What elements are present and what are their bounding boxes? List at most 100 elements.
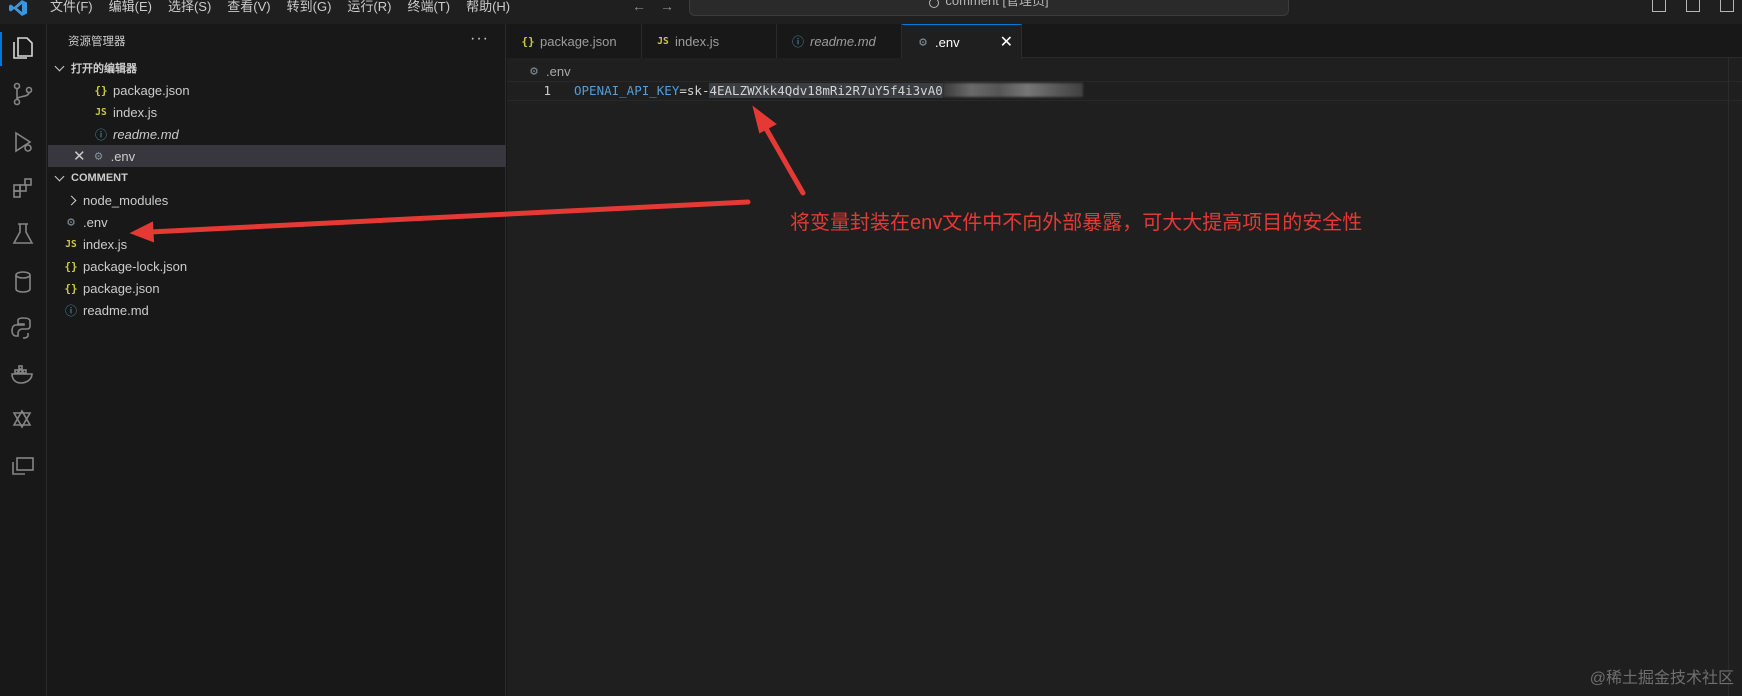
sidebar-title: 资源管理器 bbox=[68, 36, 126, 48]
nav-arrows: ← → bbox=[632, 0, 674, 13]
menu-run[interactable]: 运行(R) bbox=[339, 0, 399, 16]
tab-label: .env bbox=[935, 34, 960, 50]
tree-file[interactable]: JS index.js bbox=[48, 233, 506, 255]
gear-file-icon: ⚙ bbox=[919, 34, 927, 50]
menu-bar: 文件(F) 编辑(E) 选择(S) 查看(V) 转到(G) 运行(R) 终端(T… bbox=[42, 0, 518, 16]
search-icon bbox=[929, 0, 940, 8]
menu-edit[interactable]: 编辑(E) bbox=[101, 0, 160, 16]
tab-readme-md[interactable]: ⓘ readme.md bbox=[777, 24, 902, 58]
code-text: OPENAI_API_KEY=sk-4EALZWXkk4Qdv18mRi2R7u… bbox=[574, 83, 1083, 98]
tab-bar: {} package.json JS index.js ⓘ readme.md … bbox=[507, 24, 1742, 59]
open-editors-label: 打开的编辑器 bbox=[71, 63, 137, 75]
menu-view[interactable]: 查看(V) bbox=[219, 0, 278, 16]
tree-file[interactable]: ⚙ .env bbox=[48, 211, 506, 233]
info-file-icon: ⓘ bbox=[64, 303, 77, 318]
open-editor-item[interactable]: ⓘ readme.md bbox=[48, 123, 506, 145]
testing-icon[interactable] bbox=[9, 220, 37, 248]
tree-item-label: index.js bbox=[83, 236, 128, 252]
code-line[interactable]: 1 OPENAI_API_KEY=sk-4EALZWXkk4Qdv18mRi2R… bbox=[507, 81, 1742, 101]
redaction-blur bbox=[942, 83, 1083, 97]
forward-arrow-icon[interactable]: → bbox=[660, 0, 674, 13]
menu-go[interactable]: 转到(G) bbox=[279, 0, 340, 16]
annotation-text: 将变量封装在env文件中不向外部暴露，可大大提高项目的安全性 bbox=[790, 212, 1363, 234]
menu-terminal[interactable]: 终端(T) bbox=[399, 0, 458, 16]
source-control-icon[interactable] bbox=[9, 80, 37, 108]
js-file-icon: JS bbox=[657, 35, 669, 47]
chevron-right-icon bbox=[66, 195, 77, 205]
tree-item-label: package-lock.json bbox=[83, 258, 188, 274]
open-editor-label: index.js bbox=[113, 104, 158, 120]
chevron-down-icon bbox=[54, 171, 65, 182]
watermark: @稀土掘金技术社区 bbox=[1589, 670, 1734, 687]
env-value-prefix: sk- bbox=[686, 83, 710, 98]
info-file-icon: ⓘ bbox=[791, 34, 804, 49]
tree-item-label: package.json bbox=[83, 280, 160, 296]
tree-item-label: node_modules bbox=[83, 192, 169, 208]
json-file-icon: {} bbox=[521, 34, 535, 48]
json-file-icon: {} bbox=[64, 259, 78, 273]
scrollbar[interactable] bbox=[1728, 58, 1742, 696]
open-editor-item[interactable]: JS index.js bbox=[48, 101, 506, 123]
vscode-logo-icon bbox=[9, 0, 27, 16]
title-bar: 文件(F) 编辑(E) 选择(S) 查看(V) 转到(G) 运行(R) 终端(T… bbox=[0, 0, 1742, 24]
tree-file[interactable]: ⓘ readme.md bbox=[48, 299, 506, 321]
json-file-icon: {} bbox=[94, 83, 108, 97]
env-equals: = bbox=[679, 83, 687, 98]
open-editors-section[interactable]: 打开的编辑器 bbox=[48, 57, 506, 79]
open-editor-label: readme.md bbox=[113, 126, 179, 142]
python-icon[interactable] bbox=[9, 314, 37, 342]
breadcrumb-label: .env bbox=[546, 63, 571, 79]
toggle-sidebar-icon[interactable] bbox=[1652, 0, 1666, 12]
database-icon[interactable] bbox=[9, 268, 37, 296]
tab-label: package.json bbox=[540, 33, 617, 49]
breadcrumb[interactable]: ⚙ .env bbox=[527, 60, 571, 82]
explorer-sidebar: 资源管理器 ··· 打开的编辑器 {} package.json JS inde… bbox=[48, 24, 506, 696]
command-center-label: comment [管理员] bbox=[945, 0, 1049, 8]
menu-file[interactable]: 文件(F) bbox=[42, 0, 101, 16]
toggle-secondary-sidebar-icon[interactable] bbox=[1720, 0, 1734, 12]
more-actions-icon[interactable]: ··· bbox=[470, 30, 489, 48]
env-key: OPENAI_API_KEY bbox=[574, 83, 680, 98]
run-debug-icon[interactable] bbox=[9, 128, 37, 156]
open-editor-label: .env bbox=[110, 148, 136, 164]
tab-index-js[interactable]: JS index.js bbox=[642, 24, 777, 58]
line-number: 1 bbox=[543, 83, 551, 98]
close-icon[interactable]: ✕ bbox=[73, 147, 86, 165]
workspace-section[interactable]: COMMENT bbox=[48, 167, 506, 189]
tree-item-label: readme.md bbox=[83, 302, 149, 318]
json-file-icon: {} bbox=[64, 281, 78, 295]
menu-selection[interactable]: 选择(S) bbox=[160, 0, 219, 16]
toggle-panel-icon[interactable] bbox=[1686, 0, 1700, 12]
sidebar-header: 资源管理器 bbox=[48, 24, 506, 58]
chevron-down-icon bbox=[54, 61, 65, 72]
command-center[interactable]: comment [管理员] bbox=[689, 0, 1289, 16]
tab-package-json[interactable]: {} package.json bbox=[507, 24, 642, 58]
workspace-label: COMMENT bbox=[71, 172, 128, 184]
tree-folder-node-modules[interactable]: node_modules bbox=[48, 189, 506, 211]
gear-file-icon: ⚙ bbox=[530, 63, 538, 79]
tab-close-icon[interactable]: ✕ bbox=[1000, 32, 1013, 52]
remote-explorer-icon[interactable] bbox=[9, 452, 37, 480]
gear-file-icon: ⚙ bbox=[67, 214, 75, 230]
env-value-secret: 4EALZWXkk4Qdv18mRi2R7uY5f4i3vA0 bbox=[709, 83, 943, 98]
tree-item-label: .env bbox=[83, 214, 108, 230]
tree-file[interactable]: {} package.json bbox=[48, 277, 506, 299]
js-file-icon: JS bbox=[95, 106, 107, 118]
tree-file[interactable]: {} package-lock.json bbox=[48, 255, 506, 277]
tab-label: readme.md bbox=[810, 33, 876, 49]
menu-help[interactable]: 帮助(H) bbox=[458, 0, 518, 16]
open-editor-label: package.json bbox=[113, 82, 190, 98]
docker-icon[interactable] bbox=[9, 360, 37, 388]
open-editor-item[interactable]: {} package.json bbox=[48, 79, 506, 101]
tab-env[interactable]: ⚙ .env ✕ bbox=[902, 24, 1022, 59]
back-arrow-icon[interactable]: ← bbox=[632, 0, 646, 13]
active-indicator bbox=[0, 32, 2, 66]
explorer-icon[interactable] bbox=[9, 34, 37, 62]
git-graph-icon[interactable] bbox=[9, 406, 37, 434]
open-editor-item-active[interactable]: ✕ ⚙ .env bbox=[48, 145, 506, 167]
layout-controls bbox=[1652, 0, 1734, 12]
activity-bar bbox=[0, 24, 47, 696]
extensions-icon[interactable] bbox=[9, 174, 37, 202]
gear-file-icon: ⚙ bbox=[94, 148, 103, 164]
tab-label: index.js bbox=[675, 33, 720, 49]
